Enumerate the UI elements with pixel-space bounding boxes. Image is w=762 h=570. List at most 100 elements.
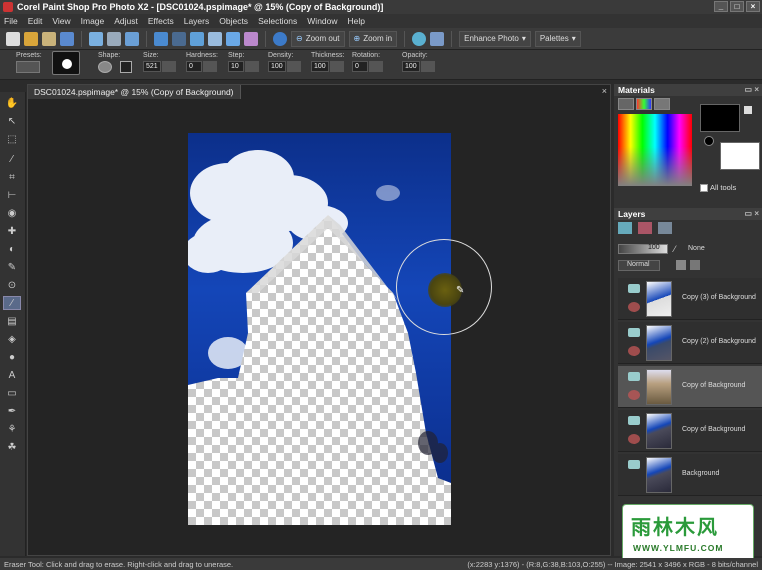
script-icon[interactable] <box>430 31 445 46</box>
layer-row[interactable]: Copy of Background <box>618 410 762 452</box>
rotation-spinner[interactable] <box>369 61 383 72</box>
layers-panel-buttons[interactable]: ▭ × <box>745 208 759 220</box>
paste-icon[interactable] <box>208 31 222 46</box>
clone-tool-icon[interactable]: ✚ <box>3 224 21 238</box>
lock-layer-icon[interactable] <box>690 260 700 270</box>
foreground-swatch[interactable] <box>700 104 740 132</box>
background-swatch[interactable] <box>720 142 760 170</box>
layer-row[interactable]: Background <box>618 454 762 496</box>
email-icon[interactable] <box>125 31 139 46</box>
layer-link-icon[interactable] <box>628 390 640 400</box>
rotation-input[interactable]: 0 <box>352 61 368 72</box>
layer-link-icon[interactable] <box>628 434 640 444</box>
menu-help[interactable]: Help <box>348 16 365 26</box>
menu-layers[interactable]: Layers <box>184 16 210 26</box>
layer-row-selected[interactable]: Copy of Background <box>618 366 762 408</box>
menu-window[interactable]: Window <box>307 16 337 26</box>
save-as-icon[interactable] <box>89 31 103 46</box>
warp-tool-icon[interactable]: ⚘ <box>3 422 21 436</box>
browse-icon[interactable] <box>42 31 56 46</box>
layer-visibility-icon[interactable] <box>628 372 640 381</box>
redo-icon[interactable] <box>172 31 186 46</box>
link-layers-icon[interactable] <box>676 260 686 270</box>
text-tool-icon[interactable]: A <box>3 368 21 382</box>
picture-tube-icon[interactable]: ◈ <box>3 332 21 346</box>
menu-view[interactable]: View <box>52 16 70 26</box>
eraser-tool-icon[interactable]: ∕ <box>3 296 21 310</box>
menu-selections[interactable]: Selections <box>258 16 297 26</box>
menu-objects[interactable]: Objects <box>219 16 248 26</box>
layer-visibility-icon[interactable] <box>628 416 640 425</box>
fill-tool-icon[interactable]: ▤ <box>3 314 21 328</box>
palettes-button[interactable]: Palettes ▾ <box>534 30 581 47</box>
step-spinner[interactable] <box>245 61 259 72</box>
menu-file[interactable]: File <box>4 16 18 26</box>
zoom-in-button[interactable]: ⊕ Zoom in <box>348 30 398 47</box>
open-folder-icon[interactable] <box>24 31 38 46</box>
dropper-tool-icon[interactable]: ⁄ <box>3 152 21 166</box>
new-file-icon[interactable] <box>6 31 20 46</box>
hardness-spinner[interactable] <box>203 61 217 72</box>
size-input[interactable]: 521 <box>143 61 161 72</box>
layer-opacity-value[interactable]: 100 <box>648 244 660 251</box>
layer-properties-icon[interactable] <box>658 222 672 234</box>
pen-tool-icon[interactable]: ✒ <box>3 404 21 418</box>
color-replacer-icon[interactable]: ● <box>3 350 21 364</box>
square-shape-button[interactable] <box>119 61 132 73</box>
copy-icon[interactable] <box>190 31 204 46</box>
document-tab[interactable]: DSC01024.pspimage* @ 15% (Copy of Backgr… <box>28 85 241 99</box>
target-tool-icon[interactable]: ⊙ <box>3 278 21 292</box>
selection-tool-icon[interactable]: ⬚ <box>3 132 21 146</box>
frame-tab-icon[interactable] <box>618 98 634 110</box>
density-spinner[interactable] <box>287 61 301 72</box>
all-tools-checkbox[interactable] <box>700 184 708 192</box>
document-close-icon[interactable]: × <box>602 86 607 96</box>
smudge-tool-icon[interactable]: ☘ <box>3 440 21 454</box>
print-icon[interactable] <box>107 31 121 46</box>
hardness-input[interactable]: 0 <box>186 61 202 72</box>
straighten-tool-icon[interactable]: ⊢ <box>3 188 21 202</box>
menu-image[interactable]: Image <box>81 16 105 26</box>
density-input[interactable]: 100 <box>268 61 286 72</box>
menu-adjust[interactable]: Adjust <box>114 16 138 26</box>
paint-brush-tool-icon[interactable]: ✎ <box>3 260 21 274</box>
image-canvas[interactable] <box>188 133 451 525</box>
zoom-out-button[interactable]: ⊖ Zoom out <box>291 30 345 47</box>
layer-link-icon[interactable] <box>628 302 640 312</box>
presets-dropdown[interactable] <box>16 61 40 73</box>
maximize-button[interactable]: □ <box>730 1 744 12</box>
opacity-input[interactable]: 100 <box>402 61 420 72</box>
enhance-photo-button[interactable]: Enhance Photo ▾ <box>459 30 531 47</box>
step-input[interactable]: 10 <box>228 61 244 72</box>
thickness-input[interactable]: 100 <box>311 61 329 72</box>
red-eye-tool-icon[interactable]: ◉ <box>3 206 21 220</box>
minimize-button[interactable]: _ <box>714 1 728 12</box>
swap-colors-icon[interactable] <box>744 106 752 114</box>
pan-tool-icon[interactable]: ✋ <box>3 96 21 110</box>
size-spinner[interactable] <box>161 61 176 72</box>
new-layer-icon[interactable] <box>618 222 632 234</box>
crop-icon[interactable] <box>226 31 240 46</box>
layer-visibility-icon[interactable] <box>628 328 640 337</box>
layer-visibility-icon[interactable] <box>628 460 640 469</box>
preset-shape-tool-icon[interactable]: ▭ <box>3 386 21 400</box>
layer-row[interactable]: Copy (2) of Background <box>618 322 762 364</box>
opacity-spinner[interactable] <box>421 61 435 72</box>
fg-style-icon[interactable] <box>704 136 714 146</box>
resize-icon[interactable] <box>244 31 258 46</box>
blend-mode-dropdown[interactable]: Normal <box>618 260 660 271</box>
thickness-spinner[interactable] <box>330 61 344 72</box>
info-icon[interactable] <box>273 31 287 46</box>
color-palette[interactable] <box>618 114 692 186</box>
layer-link-icon[interactable] <box>628 346 640 356</box>
undo-icon[interactable] <box>154 31 168 46</box>
menu-effects[interactable]: Effects <box>148 16 174 26</box>
layer-visibility-icon[interactable] <box>628 284 640 293</box>
close-button[interactable]: × <box>746 1 760 12</box>
pick-tool-icon[interactable]: ↖ <box>3 114 21 128</box>
round-shape-button[interactable] <box>98 61 112 73</box>
dodge-tool-icon[interactable]: ◐ <box>3 242 21 256</box>
menu-edit[interactable]: Edit <box>28 16 43 26</box>
layer-row[interactable]: Copy (3) of Background <box>618 278 762 320</box>
layer-opacity-slider[interactable] <box>618 244 668 254</box>
